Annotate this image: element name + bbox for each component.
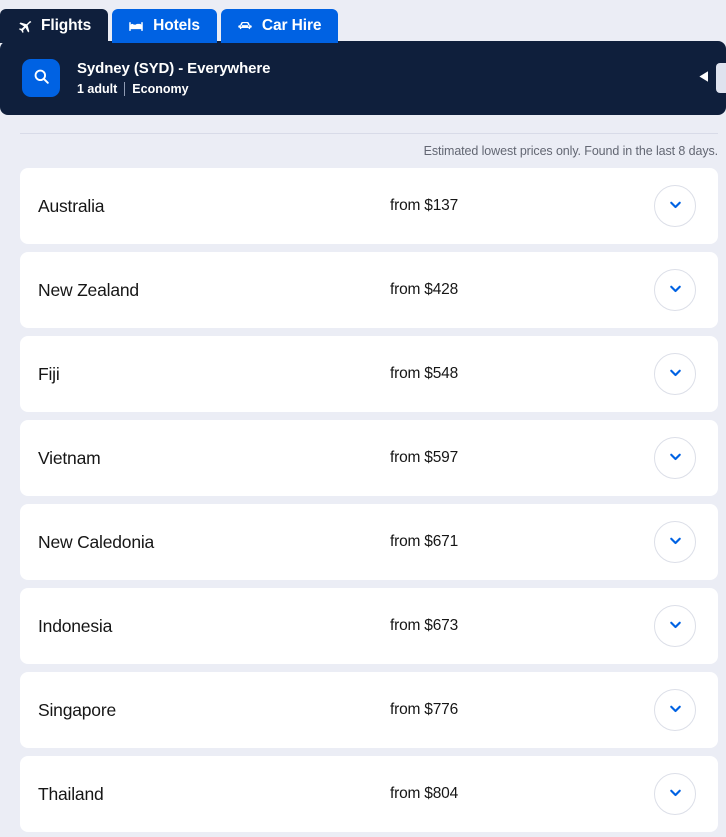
- summary-divider: [124, 82, 126, 96]
- expand-destination-button[interactable]: [654, 521, 696, 563]
- search-traveller-summary: 1 adult Economy: [77, 82, 688, 96]
- destination-name: Thailand: [38, 783, 104, 804]
- destination-name: Singapore: [38, 699, 116, 720]
- expand-destination-button[interactable]: [654, 269, 696, 311]
- content-divider: [20, 133, 718, 134]
- search-summary-text[interactable]: Sydney (SYD) - Everywhere 1 adult Econom…: [77, 60, 688, 96]
- search-icon: [32, 67, 51, 89]
- expand-destination-button[interactable]: [654, 353, 696, 395]
- expand-destination-button[interactable]: [654, 437, 696, 479]
- destination-price: from $776: [390, 701, 458, 718]
- tab-flights-label: Flights: [41, 17, 92, 34]
- price-disclaimer: Estimated lowest prices only. Found in t…: [423, 144, 719, 158]
- expand-destination-button[interactable]: [654, 689, 696, 731]
- plane-icon: [15, 17, 33, 35]
- car-icon: [236, 17, 254, 35]
- table-row[interactable]: Singapore from $776: [20, 672, 718, 748]
- table-row[interactable]: New Zealand from $428: [20, 252, 718, 328]
- table-row[interactable]: Fiji from $548: [20, 336, 718, 412]
- passenger-count: 1 adult: [77, 82, 118, 96]
- tab-hotels-label: Hotels: [153, 17, 200, 34]
- search-summary-bar: Sydney (SYD) - Everywhere 1 adult Econom…: [0, 41, 726, 115]
- table-row[interactable]: Vietnam from $597: [20, 420, 718, 496]
- destination-name: Fiji: [38, 363, 60, 384]
- bed-icon: [127, 17, 145, 35]
- expand-destination-button[interactable]: [654, 185, 696, 227]
- carousel-next-button[interactable]: [716, 63, 726, 93]
- destination-name: Indonesia: [38, 615, 113, 636]
- caret-left-icon: [698, 70, 709, 86]
- destination-price: from $671: [390, 533, 458, 550]
- chevron-down-icon: [667, 280, 684, 300]
- chevron-down-icon: [667, 784, 684, 804]
- destination-price: from $137: [390, 197, 458, 214]
- expand-destination-button[interactable]: [654, 605, 696, 647]
- chevron-down-icon: [667, 532, 684, 552]
- destination-results-list: Australia from $137 New Zealand from $42…: [20, 168, 718, 832]
- expand-destination-button[interactable]: [654, 773, 696, 815]
- destination-price: from $548: [390, 365, 458, 382]
- chevron-down-icon: [667, 616, 684, 636]
- destination-name: Vietnam: [38, 447, 101, 468]
- table-row[interactable]: Thailand from $804: [20, 756, 718, 832]
- tab-car-hire-label: Car Hire: [261, 17, 322, 34]
- destination-price: from $597: [390, 449, 458, 466]
- destination-price: from $428: [390, 281, 458, 298]
- table-row[interactable]: Indonesia from $673: [20, 588, 718, 664]
- destination-price: from $804: [390, 785, 458, 802]
- destination-name: New Zealand: [38, 279, 139, 300]
- destination-name: Australia: [38, 195, 105, 216]
- chevron-down-icon: [667, 364, 684, 384]
- search-button[interactable]: [22, 59, 60, 97]
- product-tabs: Flights Hotels Car Hire: [0, 9, 339, 43]
- chevron-down-icon: [667, 196, 684, 216]
- table-row[interactable]: Australia from $137: [20, 168, 718, 244]
- chevron-down-icon: [667, 448, 684, 468]
- tab-car-hire[interactable]: Car Hire: [220, 9, 339, 43]
- tab-flights[interactable]: Flights: [0, 9, 109, 43]
- destination-name: New Caledonia: [38, 531, 155, 552]
- cabin-class: Economy: [132, 82, 189, 96]
- search-route: Sydney (SYD) - Everywhere: [77, 60, 271, 77]
- destination-price: from $673: [390, 617, 458, 634]
- table-row[interactable]: New Caledonia from $671: [20, 504, 718, 580]
- chevron-down-icon: [667, 700, 684, 720]
- carousel-prev-button[interactable]: [688, 63, 718, 93]
- tab-hotels[interactable]: Hotels: [112, 9, 217, 43]
